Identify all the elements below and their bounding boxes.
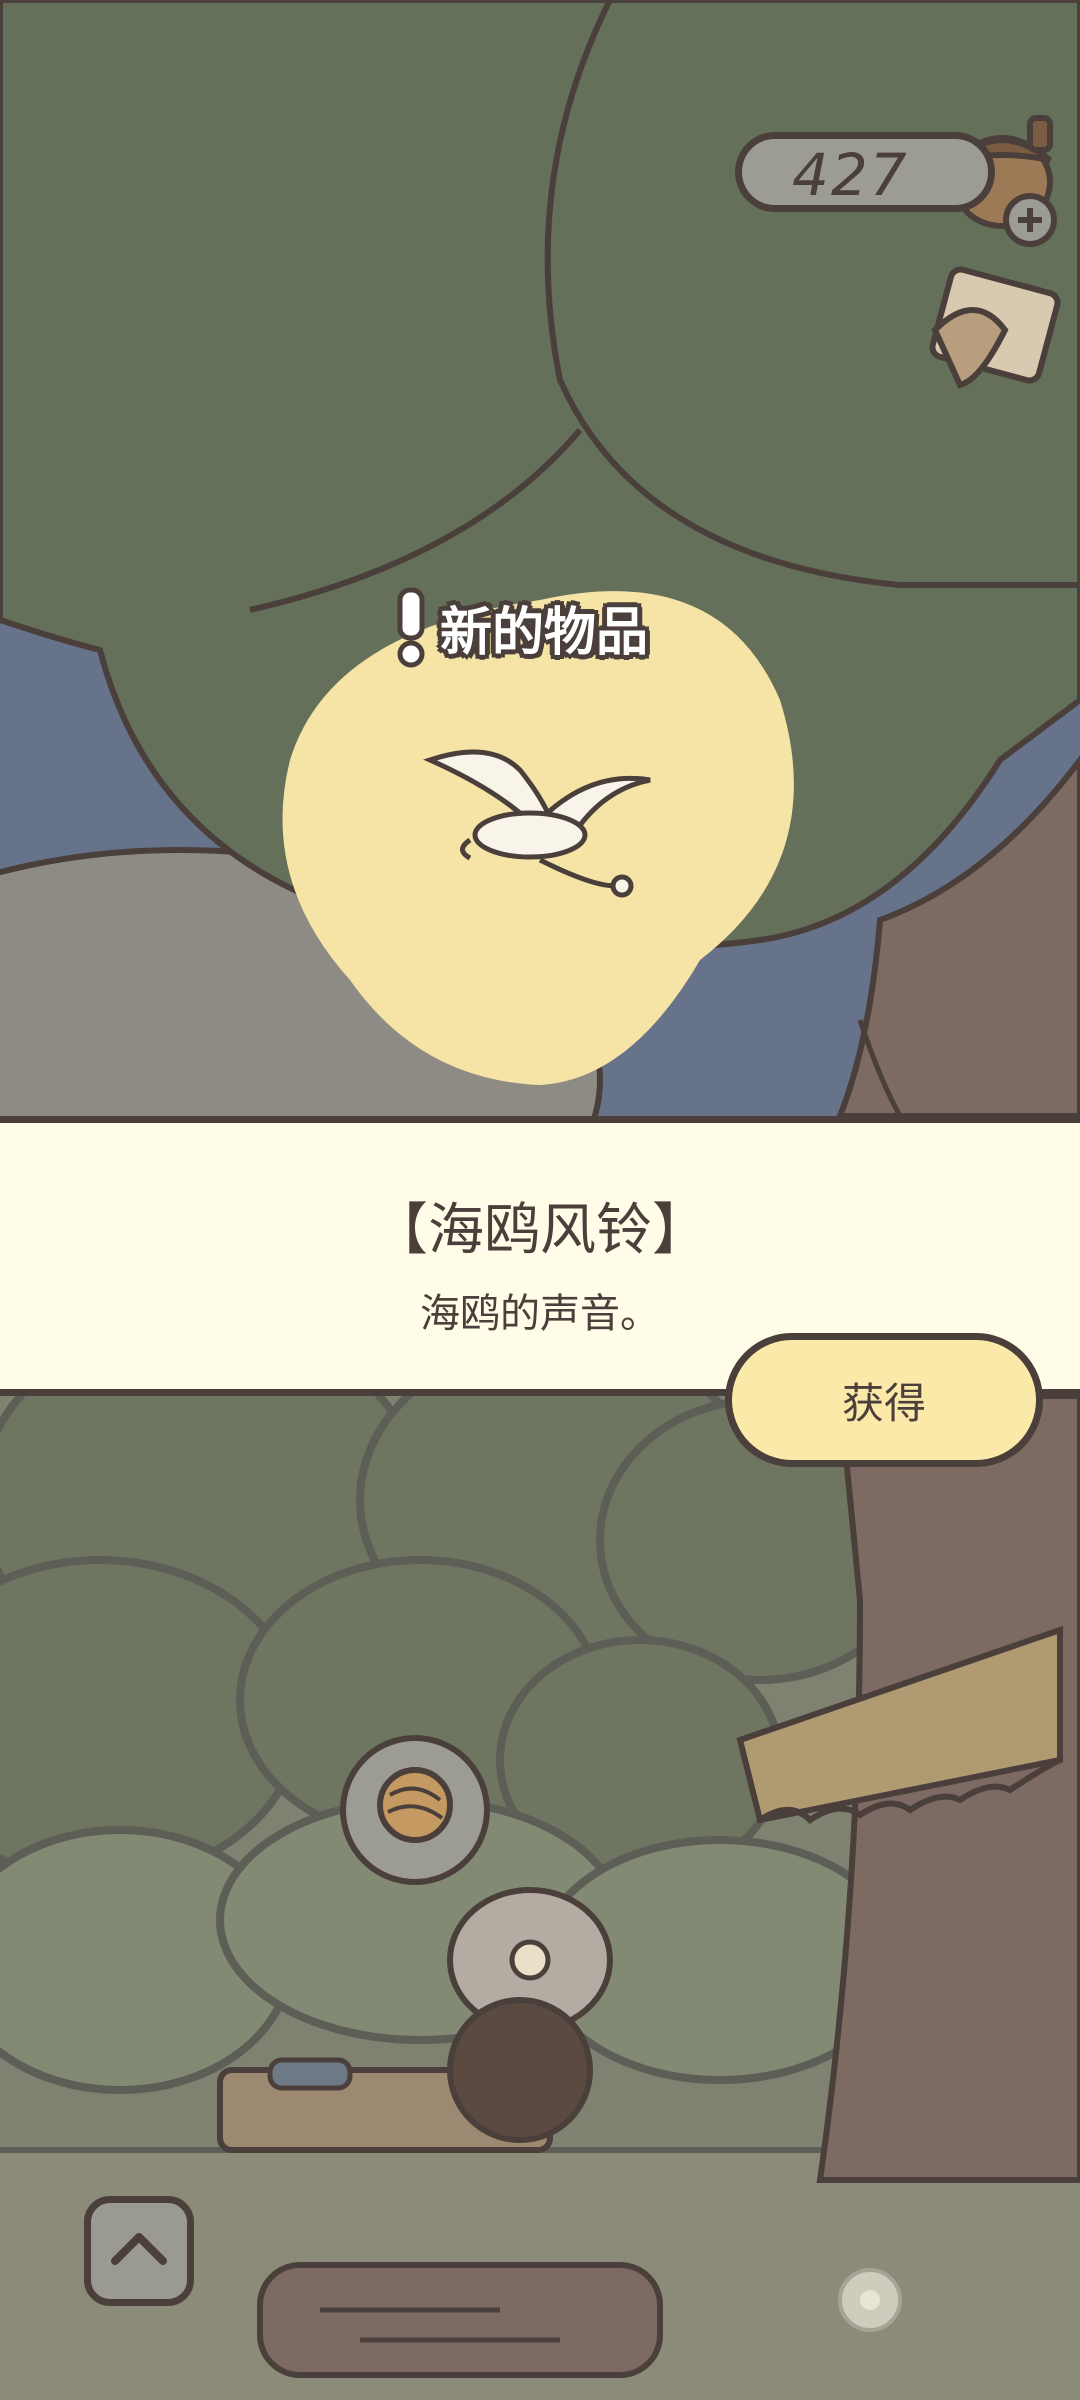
chevron-up-icon xyxy=(111,2233,167,2265)
expand-menu-button[interactable] xyxy=(84,2196,194,2306)
acorn-counter[interactable]: 427 xyxy=(735,132,995,212)
yarn-ball-icon xyxy=(340,1735,490,1885)
acorn-count: 427 xyxy=(792,141,909,209)
plus-icon xyxy=(1003,193,1057,247)
item-description: 海鸥的声音。 xyxy=(420,1291,660,1337)
exclamation-icon xyxy=(397,587,425,668)
new-item-label: 新的物品 xyxy=(440,603,649,663)
item-name: 【海鸥风铃】 xyxy=(372,1198,708,1263)
obtain-button[interactable]: 获得 xyxy=(725,1333,1043,1467)
